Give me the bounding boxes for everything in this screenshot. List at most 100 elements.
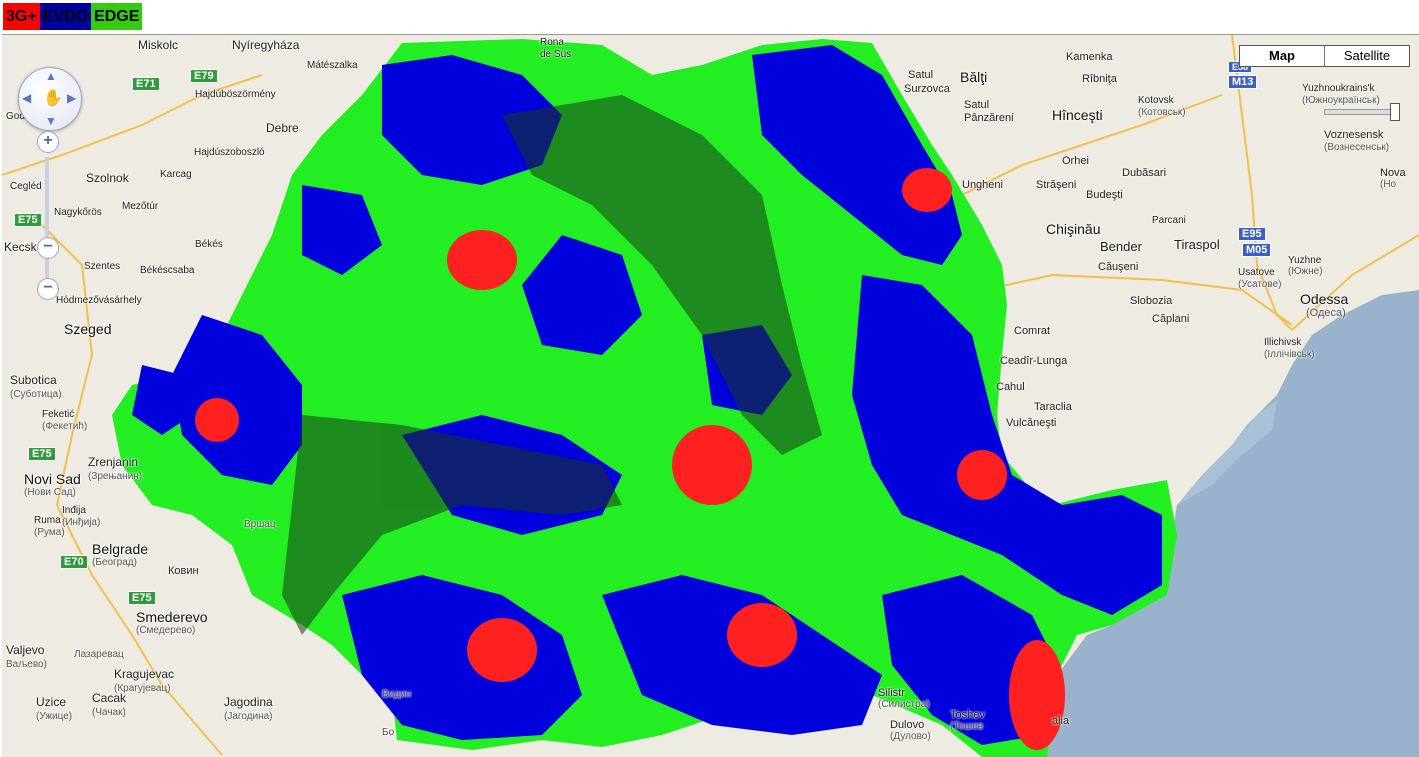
map-label: Jagodina	[224, 695, 273, 709]
map-label: Kamenka	[1066, 51, 1113, 63]
map-label: Odessa	[1300, 291, 1349, 307]
map-label: Tiraspol	[1174, 237, 1220, 252]
map-label: (Фекетић)	[42, 421, 88, 432]
map-label: Cacak	[92, 691, 127, 705]
map-type-map-button[interactable]: Map	[1240, 46, 1325, 66]
map-label: (Ужице)	[36, 711, 73, 722]
map-label: Ungheni	[962, 179, 1003, 191]
map-label: Szeged	[64, 321, 112, 337]
map-label: (Нови Сад)	[24, 487, 76, 498]
map-label: Inđija	[62, 505, 86, 516]
map-label: (Смедерево)	[136, 625, 196, 636]
map-label: Vulcăneşti	[1006, 417, 1057, 429]
map-label: Debre	[266, 121, 299, 135]
map-label: (Одеса)	[1306, 307, 1346, 319]
zoom-in-button[interactable]: +	[37, 131, 59, 153]
map-label: Cahul	[996, 381, 1025, 393]
map-label: Szolnok	[86, 171, 129, 185]
map-label: Nagykőrös	[54, 207, 102, 218]
map-label: (Южне)	[1288, 266, 1323, 277]
pan-left-icon[interactable]: ◀	[22, 91, 31, 105]
map-label: Rîbniţa	[1082, 73, 1117, 85]
map-label: Yuzhne	[1288, 255, 1322, 266]
map-label: (Но	[1380, 179, 1397, 190]
map-label: Valjevo	[6, 643, 45, 657]
map-label: Feketić	[42, 409, 75, 420]
map-label: Chişinău	[1046, 221, 1101, 237]
map-label: Ваљево)	[6, 659, 47, 670]
map-label: Bender	[1100, 239, 1142, 254]
zoom-slider-track[interactable]	[45, 157, 49, 289]
map-label: Voznesensk	[1324, 129, 1384, 141]
map-label: (Инђија)	[62, 517, 101, 528]
map-label: Parcani	[1152, 215, 1186, 226]
map-label: Békés	[195, 239, 223, 250]
map-label: Kragujevac	[114, 667, 175, 681]
map-label: Comrat	[1014, 325, 1051, 337]
pan-up-icon[interactable]: ▲	[45, 69, 57, 83]
map-label: Yuzhnoukrains'k	[1302, 83, 1375, 94]
map-label: Belgrade	[92, 541, 149, 557]
pan-right-icon[interactable]: ▶	[67, 91, 76, 105]
map-label: (Дулово)	[890, 731, 931, 742]
map-label: Kotovsk	[1138, 95, 1174, 106]
map-label: Taraclia	[1034, 401, 1072, 413]
legend-3g: 3G+	[3, 3, 40, 30]
map-label: Rona	[540, 37, 564, 48]
map-label: alia	[1052, 715, 1070, 727]
map-label: Smederevo	[136, 609, 208, 625]
map-label: (Силистра)	[878, 699, 930, 710]
pan-down-icon[interactable]: ▼	[45, 114, 57, 128]
opacity-slider[interactable]	[1324, 103, 1402, 121]
map-label: Dubăsari	[1122, 167, 1167, 179]
map-label: Slobozia	[1130, 295, 1173, 307]
hand-icon[interactable]: ✋	[43, 88, 63, 108]
road-shield: E79	[190, 69, 218, 83]
map-label: Békéscsaba	[140, 265, 195, 276]
map-label: Illichivsk	[1264, 337, 1302, 348]
map-label: (Зрењанин)	[88, 471, 143, 482]
map-label: Budeşti	[1086, 189, 1123, 201]
map-label: Miskolc	[138, 38, 179, 52]
map-label: (Рума)	[34, 527, 65, 538]
road-shield: E95	[1238, 227, 1266, 241]
map-label: Usatove	[1238, 267, 1275, 278]
legend-edge: EDGE	[91, 3, 143, 30]
legend-evdo: EVDO	[39, 3, 92, 30]
map-type-satellite-button[interactable]: Satellite	[1325, 46, 1409, 66]
map-label: Nova	[1380, 167, 1406, 179]
map-label: (Вознесенськ)	[1324, 142, 1390, 153]
road-shield: E75	[14, 213, 42, 227]
map-label: Satul	[964, 99, 990, 111]
zoom-out-button[interactable]: −	[37, 237, 59, 259]
map-canvas[interactable]: Miskolc Nyíregyháza Mátészalka Hajdúbösz…	[2, 34, 1419, 757]
map-label: Dulovo	[890, 719, 925, 731]
map-label: Bălţi	[960, 69, 988, 85]
map-label: Zrenjanin	[88, 455, 139, 469]
map-label: Hajdúböszörmény	[195, 89, 276, 100]
map-label: Hînceşti	[1052, 107, 1103, 123]
zoom-out-button[interactable]: −	[37, 278, 59, 300]
map-label: (Чачак)	[92, 707, 126, 718]
road-shield: M13	[1228, 75, 1258, 89]
map-label: Ruma	[34, 515, 61, 526]
map-label: Străşeni	[1036, 179, 1077, 191]
slider-track[interactable]	[1324, 109, 1398, 115]
map-label: Silistr	[878, 687, 905, 699]
map-label: Surzovca	[904, 83, 950, 95]
map-label: Видин	[382, 689, 412, 700]
map-label: (Котовськ)	[1138, 107, 1186, 118]
pan-control[interactable]: ▲ ▼ ◀ ▶ ✋	[18, 67, 82, 131]
map-label: Hajdúszoboszló	[194, 147, 265, 158]
map-label: Mátészalka	[307, 60, 358, 71]
slider-knob[interactable]	[1390, 103, 1400, 121]
map-type-control: Map Satellite	[1239, 45, 1410, 67]
map-label: Ковин	[168, 565, 199, 577]
road-shield: E75	[128, 591, 156, 605]
map-label: Subotica	[10, 373, 57, 387]
map-label: Mezőtúr	[122, 201, 159, 212]
map-label: Pânzăreni	[964, 112, 1014, 124]
map-label: Căplani	[1152, 313, 1190, 325]
map-label: de Sus	[540, 49, 572, 60]
map-label: Cegléd	[10, 181, 42, 192]
